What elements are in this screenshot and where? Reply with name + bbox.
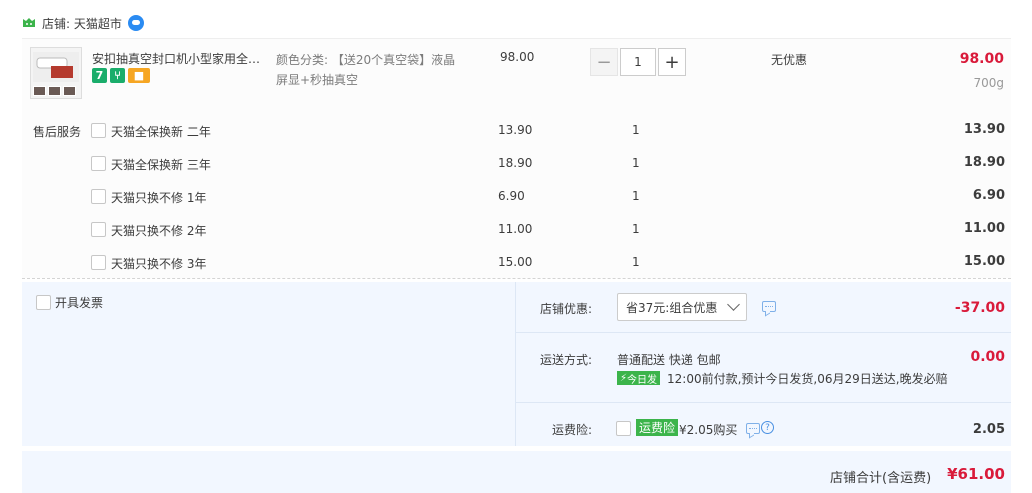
promo-text: 无优惠 — [771, 53, 808, 67]
insurance-amount: 2.05 — [972, 422, 1005, 437]
service-total: 6.90 — [972, 188, 1005, 203]
shop-total-label: 店铺合计(含运费) — [830, 471, 932, 486]
service-row: 天猫只换不修 2年 11.00 1 11.00 — [0, 218, 1032, 242]
insurance-label: 运费险: — [552, 423, 593, 437]
service-row: 天猫只换不修 3年 15.00 1 15.00 — [0, 251, 1032, 275]
panel-divider — [515, 282, 516, 446]
service-checkbox[interactable] — [91, 222, 106, 237]
help-icon[interactable]: ? — [761, 421, 774, 434]
quantity-stepper: − + — [590, 48, 686, 76]
quantity-input[interactable] — [620, 48, 656, 76]
service-price: 11.00 — [498, 222, 533, 236]
shop-header: 店铺: 天猫超市 — [22, 12, 144, 34]
service-checkbox[interactable] — [91, 189, 106, 204]
quantity-decrease-button[interactable]: − — [590, 48, 618, 76]
service-name[interactable]: 天猫全保换新 三年 — [111, 156, 211, 173]
service-row: 天猫全保换新 三年 18.90 1 18.90 — [0, 152, 1032, 176]
row-divider — [516, 402, 1011, 403]
service-total: 15.00 — [963, 254, 1005, 269]
shipping-note: 12:00前付款,预计今日发货,06月29日送达,晚发必赔 — [667, 372, 948, 386]
service-checkbox[interactable] — [91, 123, 106, 138]
discount-label: 店铺优惠: — [540, 302, 593, 316]
wangwang-chat-icon[interactable] — [127, 15, 144, 31]
service-name[interactable]: 天猫只换不修 3年 — [111, 255, 206, 272]
service-price: 6.90 — [498, 189, 525, 203]
invoice-option: 开具发票 — [36, 294, 103, 311]
invoice-checkbox[interactable] — [36, 295, 51, 310]
discount-select[interactable]: 省37元:组合优惠 — [617, 293, 747, 321]
service-guarantee-icon[interactable]: ⑂ — [110, 68, 125, 83]
unit-price: 98.00 — [500, 50, 535, 64]
product-title[interactable]: 安扣抽真空封口机小型家用全自动... — [92, 50, 272, 67]
service-price: 13.90 — [498, 123, 533, 137]
product-thumbnail[interactable] — [30, 47, 82, 99]
service-name[interactable]: 天猫只换不修 1年 — [111, 189, 206, 206]
insurance-tag: 运费险 — [636, 419, 679, 436]
row-divider — [516, 332, 1011, 333]
quantity-increase-button[interactable]: + — [658, 48, 686, 76]
message-icon[interactable] — [762, 301, 776, 312]
order-options-panel — [22, 282, 1011, 446]
service-price: 15.00 — [498, 255, 533, 269]
sku-info: 颜色分类: 【送20个真空袋】液晶屏显+秒抽真空 — [276, 53, 456, 87]
installment-card-icon[interactable]: ■ — [128, 68, 150, 83]
lightning-icon: ⚡ — [620, 372, 628, 384]
service-total: 13.90 — [963, 122, 1005, 137]
service-row: 天猫只换不修 1年 6.90 1 6.90 — [0, 185, 1032, 209]
tmall-icon — [22, 17, 36, 29]
product-badges: 7 ⑂ ■ — [92, 68, 150, 83]
service-qty: 1 — [632, 222, 640, 236]
section-divider — [22, 278, 1011, 279]
same-day-badge: ⚡ 今日发 — [617, 371, 661, 386]
discount-amount: -37.00 — [954, 300, 1005, 316]
message-icon[interactable] — [746, 423, 760, 434]
insurance-price: ¥2.05购买 — [679, 423, 738, 437]
shipping-method: 普通配送 快递 包邮 — [617, 353, 721, 367]
service-checkbox[interactable] — [91, 255, 106, 270]
item-weight: 700g — [973, 76, 1004, 90]
invoice-label[interactable]: 开具发票 — [55, 294, 103, 311]
service-total: 18.90 — [963, 155, 1005, 170]
item-total: 98.00 — [959, 51, 1004, 67]
service-qty: 1 — [632, 123, 640, 137]
shop-total-value: ¥61.00 — [947, 465, 1005, 483]
service-qty: 1 — [632, 156, 640, 170]
chevron-down-icon — [727, 298, 740, 311]
shop-name[interactable]: 店铺: 天猫超市 — [42, 15, 122, 32]
insurance-checkbox[interactable] — [616, 421, 631, 436]
shipping-amount: 0.00 — [970, 349, 1005, 365]
service-name[interactable]: 天猫全保换新 二年 — [111, 123, 211, 140]
service-row: 天猫全保换新 二年 13.90 1 13.90 — [0, 119, 1032, 143]
service-checkbox[interactable] — [91, 156, 106, 171]
service-qty: 1 — [632, 189, 640, 203]
service-qty: 1 — [632, 255, 640, 269]
service-price: 18.90 — [498, 156, 533, 170]
discount-selected: 省37元:组合优惠 — [626, 300, 718, 315]
service-total: 11.00 — [963, 221, 1005, 236]
shipping-label: 运送方式: — [540, 353, 593, 367]
seven-day-return-icon[interactable]: 7 — [92, 68, 107, 83]
same-day-text: 今日发 — [627, 374, 658, 386]
service-name[interactable]: 天猫只换不修 2年 — [111, 222, 206, 239]
